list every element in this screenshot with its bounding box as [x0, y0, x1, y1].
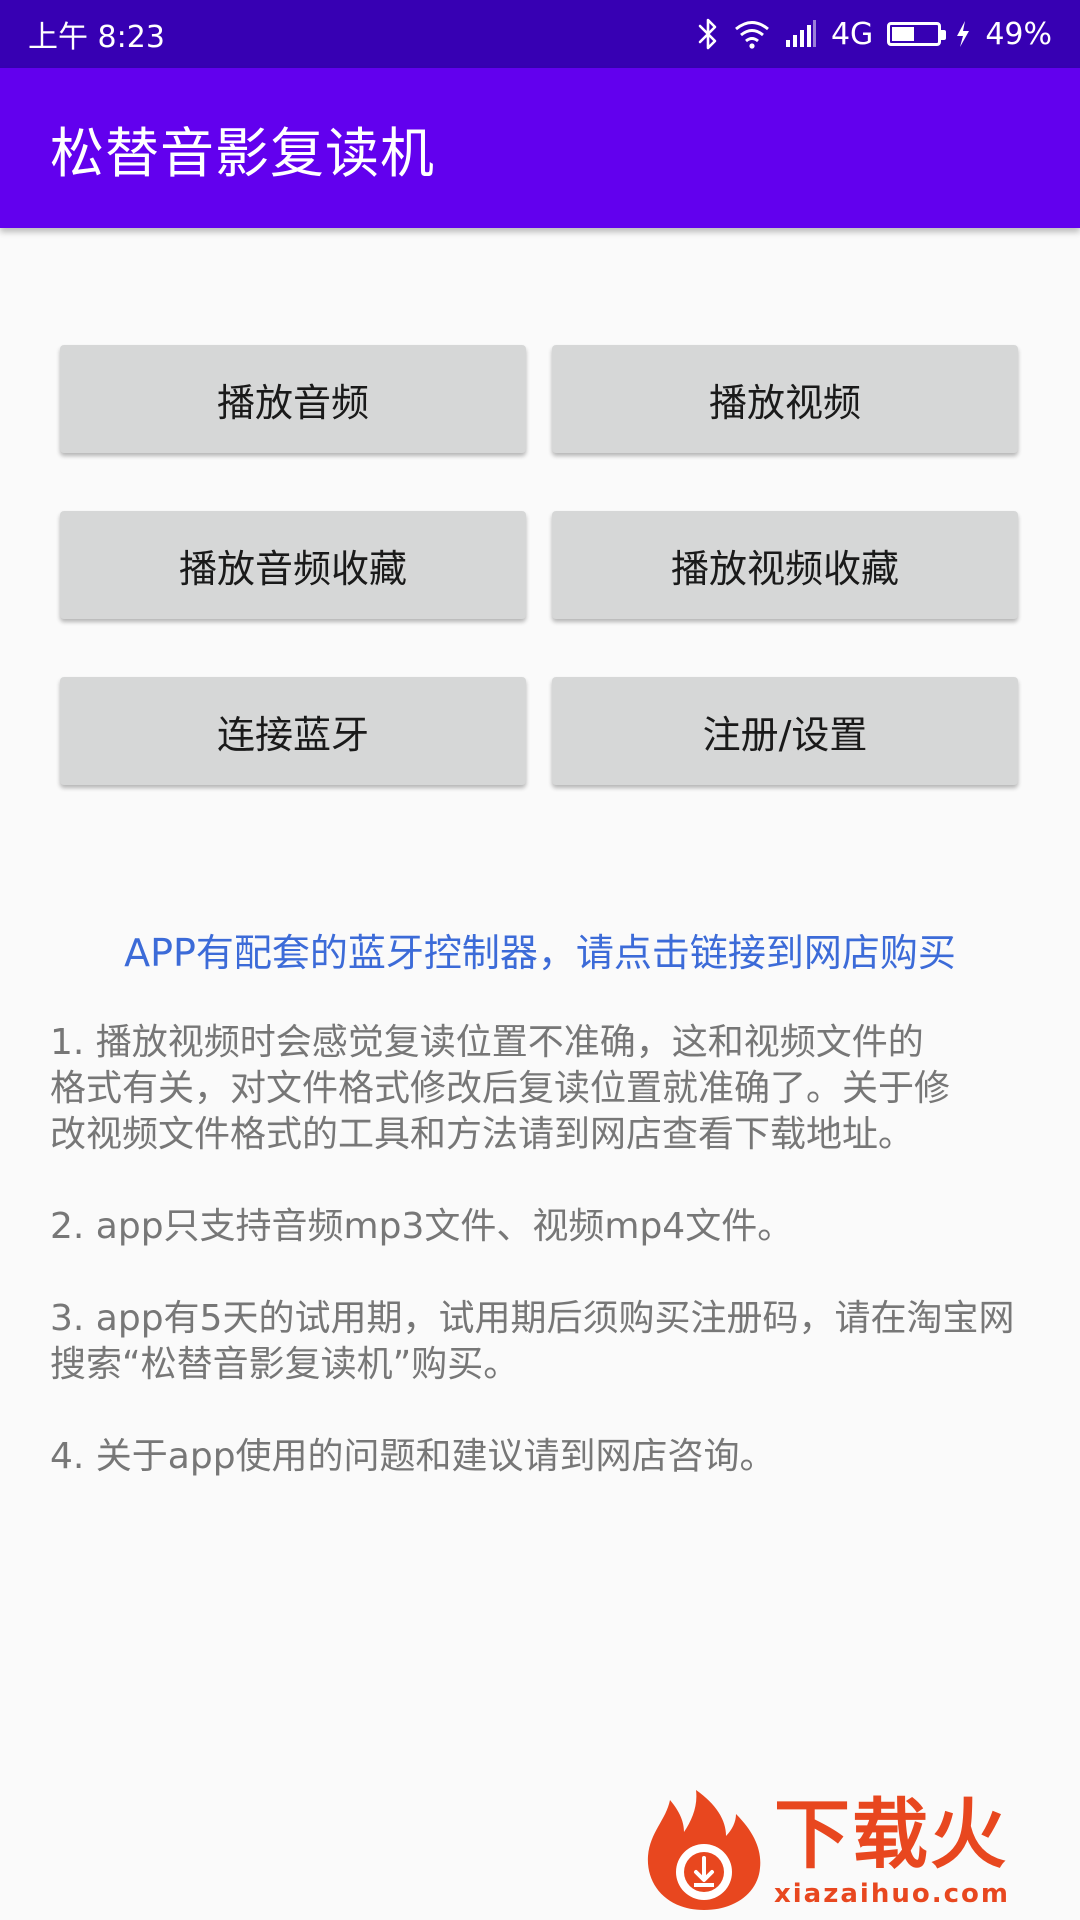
button-grid: 播放音频 播放视频 播放音频收藏 播放视频收藏 连接蓝牙 注册/设置 — [60, 345, 1020, 785]
status-bar: 上午 8:23 4G 49% — [0, 0, 1080, 68]
battery-icon — [887, 22, 947, 46]
status-time: 上午 8:23 — [28, 20, 165, 55]
notes: 1. 播放视频时会感觉复读位置不准确，这和视频文件的格式有关，对文件格式修改后复… — [50, 1020, 1040, 1526]
note-item: 3. app有5天的试用期，试用期后须购买注册码，请在淘宝网搜索“松替音影复读机… — [50, 1298, 1015, 1385]
app-title: 松替音影复读机 — [50, 121, 435, 185]
register-settings-button[interactable]: 注册/设置 — [552, 677, 1018, 785]
network-type: 4G — [830, 16, 874, 52]
signal-icon — [785, 20, 817, 48]
status-icons: 4G 49% — [697, 17, 1052, 52]
flame-logo-icon — [647, 1790, 761, 1910]
battery-percent: 49% — [985, 16, 1052, 52]
shop-link[interactable]: APP有配套的蓝牙控制器，请点击链接到网店购买 — [0, 922, 1080, 977]
video-favorites-button[interactable]: 播放视频收藏 — [552, 511, 1018, 619]
note-item: 4. 关于app使用的问题和建议请到网店咨询。 — [50, 1436, 776, 1477]
charging-icon — [955, 20, 971, 48]
connect-bluetooth-button[interactable]: 连接蓝牙 — [60, 677, 526, 785]
watermark-text: 下载火 xiazaihuo.com — [774, 1790, 1010, 1910]
bluetooth-icon — [697, 17, 719, 51]
audio-favorites-button[interactable]: 播放音频收藏 — [60, 511, 526, 619]
wifi-icon — [733, 19, 771, 49]
note-item: 1. 播放视频时会感觉复读位置不准确，这和视频文件的格式有关，对文件格式修改后复… — [50, 1022, 951, 1155]
watermark-title: 下载火 — [774, 1790, 1008, 1879]
play-audio-button[interactable]: 播放音频 — [60, 345, 526, 453]
watermark: 下载火 xiazaihuo.com — [640, 1780, 1080, 1920]
note-item: 2. app只支持音频mp3文件、视频mp4文件。 — [50, 1206, 794, 1247]
play-video-button[interactable]: 播放视频 — [552, 345, 1018, 453]
battery-level-fill — [892, 27, 914, 41]
app-bar: 松替音影复读机 — [0, 68, 1080, 228]
watermark-subtitle: xiazaihuo.com — [774, 1879, 1010, 1909]
